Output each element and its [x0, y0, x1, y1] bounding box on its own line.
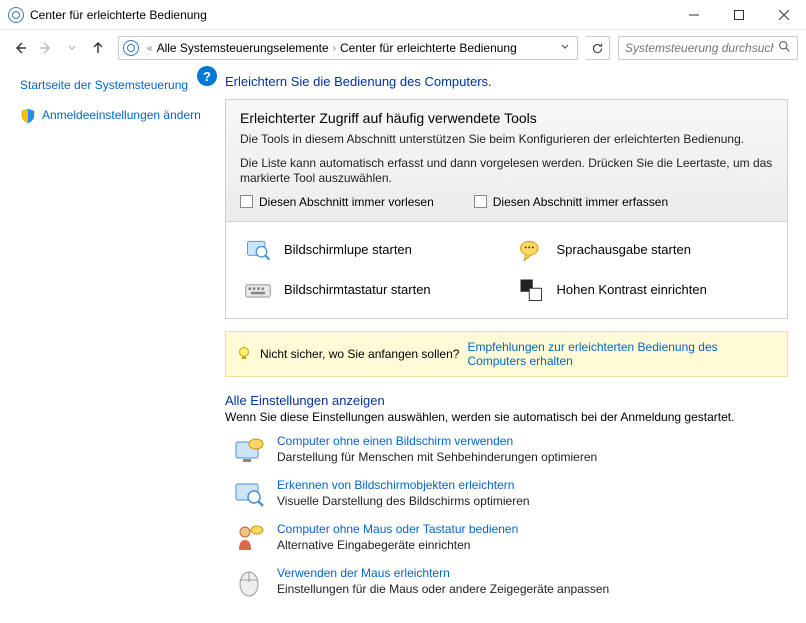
breadcrumb-item[interactable]: Alle Systemsteuerungselemente [157, 41, 329, 55]
arrow-left-icon [12, 40, 28, 56]
tool-contrast[interactable]: Hohen Kontrast einrichten [517, 276, 770, 304]
back-button[interactable] [8, 36, 32, 60]
breadcrumb-prefix: « [147, 43, 153, 54]
tool-label: Bildschirmlupe starten [284, 242, 412, 257]
contrast-icon [517, 276, 545, 304]
panel-desc: Die Liste kann automatisch erfasst und d… [240, 156, 773, 187]
checkbox-label: Diesen Abschnitt immer vorlesen [259, 195, 434, 209]
tools-grid: Bildschirmlupe starten Sprachausgabe sta… [225, 222, 788, 319]
setting-desc: Einstellungen für die Maus oder andere Z… [277, 582, 609, 596]
setting-no-mouse-keyboard: Computer ohne Maus oder Tastatur bediene… [225, 522, 788, 554]
recent-dropdown[interactable] [60, 36, 84, 60]
search-input[interactable] [625, 41, 774, 55]
setting-mouse-easier: Verwenden der Maus erleichtern Einstellu… [225, 566, 788, 598]
setting-link[interactable]: Computer ohne Maus oder Tastatur bediene… [277, 522, 518, 536]
all-settings-heading: Alle Einstellungen anzeigen [225, 393, 788, 408]
shield-icon [20, 108, 36, 124]
tool-label: Bildschirmtastatur starten [284, 282, 431, 297]
address-bar[interactable]: « Alle Systemsteuerungselemente › Center… [118, 36, 578, 60]
navigation-bar: « Alle Systemsteuerungselemente › Center… [0, 30, 806, 66]
tool-narrator[interactable]: Sprachausgabe starten [517, 236, 770, 264]
chevron-down-icon [561, 43, 569, 51]
panel-desc: Die Tools in diesem Abschnitt unterstütz… [240, 132, 773, 148]
main-pane: Erleichtern Sie die Bedienung des Comput… [225, 66, 806, 623]
panel-title: Erleichterter Zugriff auf häufig verwend… [240, 110, 773, 126]
checkbox-always-scan[interactable]: Diesen Abschnitt immer erfassen [474, 195, 668, 209]
arrow-right-icon [38, 40, 54, 56]
help-button[interactable]: ? [197, 66, 217, 86]
title-bar: Center für erleichterte Bedienung [0, 0, 806, 30]
checkbox-icon [474, 195, 487, 208]
checkbox-icon [240, 195, 253, 208]
content-area: ? Startseite der Systemsteuerung Anmelde… [0, 66, 806, 623]
minimize-icon [689, 10, 699, 20]
tool-label: Hohen Kontrast einrichten [557, 282, 707, 297]
setting-no-display: Computer ohne einen Bildschirm verwenden… [225, 434, 788, 466]
tool-label: Sprachausgabe starten [557, 242, 691, 257]
forward-button[interactable] [34, 36, 58, 60]
close-icon [779, 10, 789, 20]
maximize-button[interactable] [716, 0, 761, 29]
sidebar: ? Startseite der Systemsteuerung Anmelde… [0, 66, 225, 623]
search-box[interactable] [618, 36, 798, 60]
setting-link[interactable]: Computer ohne einen Bildschirm verwenden [277, 434, 513, 448]
monitor-speech-icon [233, 434, 265, 466]
magnifier-icon [244, 236, 272, 264]
refresh-icon [591, 42, 604, 55]
app-icon [8, 7, 24, 23]
sidebar-link-login[interactable]: Anmeldeeinstellungen ändern [42, 108, 201, 124]
person-speech-icon [233, 522, 265, 554]
refresh-button[interactable] [586, 36, 610, 60]
mouse-icon [233, 566, 265, 598]
keyboard-icon [244, 276, 272, 304]
setting-link[interactable]: Verwenden der Maus erleichtern [277, 566, 450, 580]
setting-visibility: Erkennen von Bildschirmobjekten erleicht… [225, 478, 788, 510]
search-icon [778, 40, 791, 56]
setting-link[interactable]: Erkennen von Bildschirmobjekten erleicht… [277, 478, 514, 492]
monitor-magnifier-icon [233, 478, 265, 510]
setting-desc: Visuelle Darstellung des Bildschirms opt… [277, 494, 530, 508]
arrow-up-icon [90, 40, 106, 56]
minimize-button[interactable] [671, 0, 716, 29]
hint-text: Nicht sicher, wo Sie anfangen sollen? [260, 347, 459, 361]
sidebar-link-home[interactable]: Startseite der Systemsteuerung [20, 78, 213, 94]
page-title: Erleichtern Sie die Bedienung des Comput… [225, 74, 788, 89]
all-settings-sub: Wenn Sie diese Einstellungen auswählen, … [225, 410, 788, 424]
tool-osk[interactable]: Bildschirmtastatur starten [244, 276, 497, 304]
window-title: Center für erleichterte Bedienung [30, 8, 207, 22]
checkbox-always-read[interactable]: Diesen Abschnitt immer vorlesen [240, 195, 434, 209]
quick-access-panel: Erleichterter Zugriff auf häufig verwend… [225, 99, 788, 222]
address-dropdown[interactable] [557, 43, 573, 54]
breadcrumb-sep-icon: › [333, 43, 336, 54]
breadcrumb-item[interactable]: Center für erleichterte Bedienung [340, 41, 517, 55]
hint-link[interactable]: Empfehlungen zur erleichterten Bedienung… [467, 340, 777, 368]
setting-desc: Alternative Eingabegeräte einrichten [277, 538, 518, 552]
setting-desc: Darstellung für Menschen mit Sehbehinder… [277, 450, 597, 464]
recommendation-hint: Nicht sicher, wo Sie anfangen sollen? Em… [225, 331, 788, 377]
window-controls [671, 0, 806, 29]
chevron-down-icon [68, 44, 76, 52]
checkbox-label: Diesen Abschnitt immer erfassen [493, 195, 668, 209]
maximize-icon [734, 10, 744, 20]
control-panel-icon [123, 40, 139, 56]
tool-magnifier[interactable]: Bildschirmlupe starten [244, 236, 497, 264]
lightbulb-icon [236, 346, 252, 362]
close-button[interactable] [761, 0, 806, 29]
narrator-icon [517, 236, 545, 264]
up-button[interactable] [86, 36, 110, 60]
